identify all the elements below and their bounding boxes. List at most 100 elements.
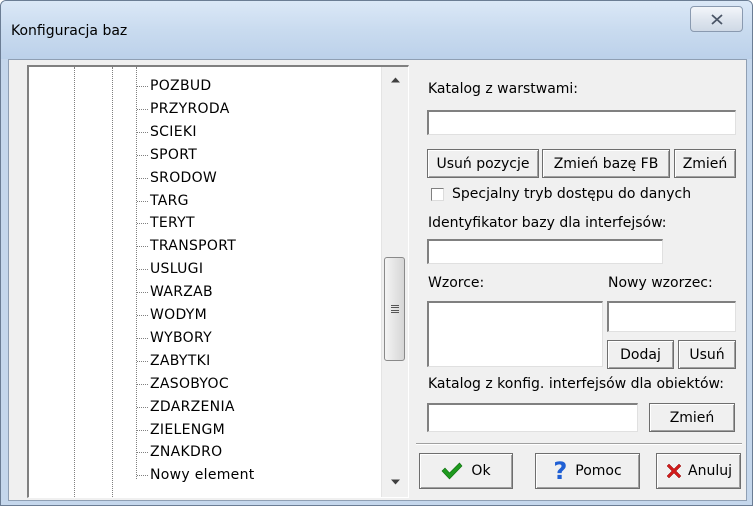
tree-item[interactable]: ZIELENGM (137, 420, 226, 440)
change-fb-button[interactable]: Zmień bazę FB (542, 149, 670, 178)
tree-item-label: POZBUD (150, 78, 212, 94)
close-button[interactable] (690, 6, 743, 32)
tree-item-label: ZDARZENIA (150, 398, 235, 415)
ok-label: Ok (471, 463, 491, 479)
tree-connector (137, 177, 148, 179)
tree-item-label: SCIEKI (150, 123, 197, 140)
tree-item-label: WARZAB (150, 284, 213, 301)
special-mode-label[interactable]: Specjalny tryb dostępu do danych (452, 186, 691, 202)
dialog-window: Konfiguracja baz POZBUD PRZYRODA SCIEKI SPO… (0, 0, 753, 506)
tree-item[interactable]: ZDARZENIA (137, 397, 235, 417)
tree-item-label: PRZYRODA (150, 100, 230, 117)
title-bar[interactable]: Konfiguracja baz (1, 1, 752, 59)
identifier-input[interactable] (427, 239, 663, 264)
tree-item[interactable]: SCIEKI (137, 122, 197, 142)
tree-line (136, 67, 137, 479)
separator (416, 443, 742, 445)
tree-connector (137, 337, 148, 339)
tree-connector (137, 131, 148, 133)
tree-item[interactable]: ZNAKDRO (137, 442, 223, 462)
identifier-label: Identyfikator bazy dla interfejsów: (428, 215, 667, 231)
remove-pattern-button[interactable]: Usuń (678, 340, 736, 369)
tree-connector (137, 154, 148, 156)
tree-item[interactable]: WODYM (137, 305, 208, 325)
ok-button[interactable]: Ok (419, 453, 513, 489)
tree-item-label: SPORT (150, 146, 198, 163)
tree-connector (137, 315, 148, 316)
tree-item[interactable]: POZBUD (137, 76, 212, 96)
interfaces-change-button[interactable]: Zmień (649, 403, 735, 432)
tree-item-label: TARG (150, 192, 189, 209)
checkmark-icon (441, 462, 463, 480)
special-mode-checkbox[interactable] (431, 188, 444, 201)
tree-item-label: ZIELENGM (150, 421, 226, 438)
cancel-button[interactable]: Anuluj (656, 453, 741, 489)
question-mark-icon: ? (553, 457, 568, 485)
interfaces-catalog-label: Katalog z konfig. interfejsów dla obiekt… (428, 376, 724, 392)
tree-item[interactable]: ZABYTKI (137, 351, 211, 371)
tree-connector (137, 360, 148, 362)
scroll-up-arrow-icon (391, 77, 400, 83)
patterns-label: Wzorce: (428, 275, 485, 291)
tree-item[interactable]: TRANSPORT (137, 236, 237, 256)
tree-item-label: TERYT (150, 215, 195, 232)
change-catalog-button[interactable]: Zmień (674, 149, 736, 178)
interfaces-catalog-input[interactable] (427, 403, 638, 432)
help-label: Pomoc (575, 463, 622, 479)
tree-item-label: ZABYTKI (150, 352, 211, 369)
tree-line (112, 67, 113, 497)
tree-item[interactable]: SPORT (137, 145, 198, 165)
tree-connector (137, 452, 148, 454)
red-x-icon (665, 462, 683, 480)
tree-item-label: SRODOW (150, 169, 218, 186)
help-button[interactable]: ? Pomoc (535, 453, 640, 489)
tree-connector (137, 108, 148, 110)
close-icon (710, 13, 723, 25)
tree-connector (137, 269, 148, 271)
grip-icon (390, 304, 399, 314)
catalog-label: Katalog z warstwami: (428, 81, 579, 97)
tree-connector (137, 246, 148, 248)
tree-item[interactable]: WYBORY (137, 328, 212, 348)
tree-connector (137, 383, 148, 385)
tree-item[interactable]: SRODOW (137, 168, 218, 188)
tree-connector (137, 475, 148, 477)
tree-content: POZBUD PRZYRODA SCIEKI SPORT SRODOW TARG TERYT… (29, 67, 381, 497)
tree-connector (137, 200, 148, 202)
database-tree[interactable]: POZBUD PRZYRODA SCIEKI SPORT SRODOW TARG TERYT… (27, 65, 409, 498)
tree-item[interactable]: Nowy element (137, 465, 255, 485)
tree-connector (137, 429, 148, 431)
scroll-down-button[interactable] (382, 473, 408, 491)
cancel-label: Anuluj (688, 463, 732, 479)
tree-connector (137, 292, 148, 294)
scroll-down-arrow-icon (391, 479, 400, 485)
tree-item[interactable]: WARZAB (137, 282, 213, 302)
scroll-up-button[interactable] (382, 71, 408, 89)
new-pattern-label: Nowy wzorzec: (608, 275, 713, 291)
remove-positions-button[interactable]: Usuń pozycje (427, 149, 539, 178)
tree-item-label: WODYM (150, 307, 208, 323)
new-pattern-input[interactable] (607, 301, 736, 332)
tree-item-label: USLUGI (150, 261, 204, 278)
tree-item-label: WYBORY (150, 329, 212, 346)
scroll-thumb[interactable] (384, 257, 405, 361)
tree-item[interactable]: USLUGI (137, 259, 204, 279)
tree-item[interactable]: ZASOBYOC (137, 374, 229, 394)
catalog-input[interactable] (427, 110, 736, 135)
tree-item[interactable]: PRZYRODA (137, 99, 230, 119)
tree-scrollbar[interactable] (381, 67, 408, 497)
tree-item[interactable]: TERYT (137, 213, 195, 233)
tree-item-label: TRANSPORT (150, 238, 237, 255)
tree-connector (137, 406, 148, 408)
tree-connector (137, 86, 148, 87)
tree-connector (137, 223, 148, 225)
patterns-list[interactable] (427, 301, 603, 367)
window-title: Konfiguracja baz (11, 23, 128, 39)
tree-item-label: ZASOBYOC (150, 375, 229, 392)
add-pattern-button[interactable]: Dodaj (607, 340, 674, 369)
tree-item-label: ZNAKDRO (150, 444, 223, 461)
tree-line (74, 67, 75, 497)
tree-item[interactable]: TARG (137, 191, 189, 211)
tree-item-label: Nowy element (150, 467, 255, 484)
dialog-client-area: POZBUD PRZYRODA SCIEKI SPORT SRODOW TARG TERYT… (8, 59, 747, 501)
